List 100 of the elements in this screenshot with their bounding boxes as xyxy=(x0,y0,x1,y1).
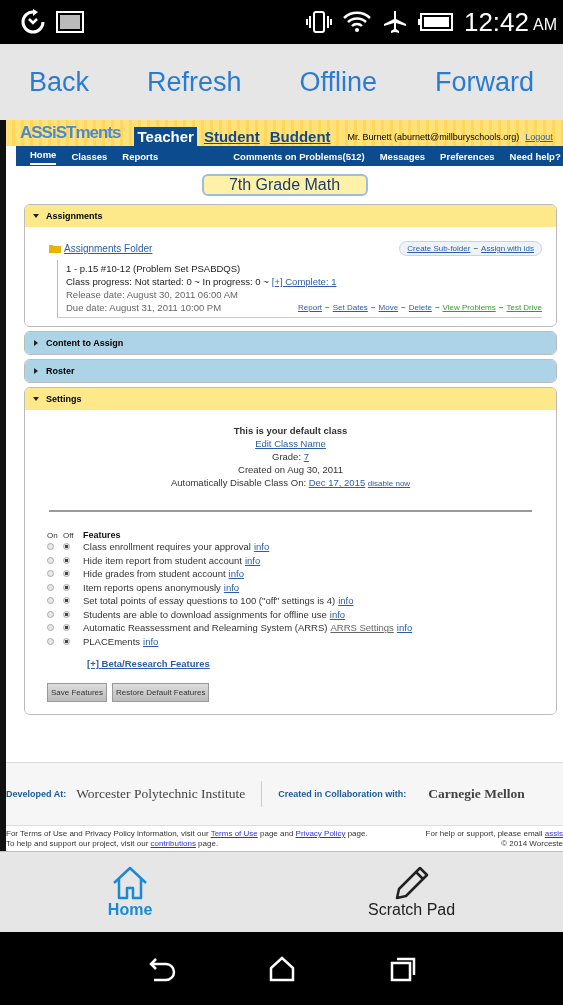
assignment-action-link[interactable]: Delete xyxy=(408,303,432,312)
on-radio[interactable] xyxy=(47,610,54,618)
panel-header[interactable]: Content to Assign xyxy=(25,332,556,354)
assignment-action-link[interactable]: Report xyxy=(298,303,323,312)
arrs-settings-link[interactable]: ARRS Settings xyxy=(330,622,394,634)
off-column-label: Off xyxy=(63,530,75,540)
disable-now-link[interactable]: disable now xyxy=(367,479,411,488)
feature-label: Class enrollment requires your approval xyxy=(83,541,251,553)
assignment-action-link[interactable]: View Problems xyxy=(442,303,496,312)
on-column-label: On xyxy=(47,530,59,540)
recent-apps-icon[interactable] xyxy=(388,955,417,982)
assignment-action-link[interactable]: Test Drive xyxy=(506,303,542,312)
created-date: Created on Aug 30, 2011 xyxy=(238,463,343,476)
off-radio[interactable] xyxy=(63,597,70,605)
home-icon[interactable] xyxy=(268,955,297,982)
beta-features-link[interactable]: [+] Beta/Research Features xyxy=(87,658,210,669)
info-link[interactable]: info xyxy=(253,541,270,553)
vibrate-icon xyxy=(305,10,332,34)
nav-item[interactable]: Home xyxy=(30,149,57,163)
off-radio[interactable] xyxy=(63,624,70,632)
info-link[interactable]: info xyxy=(244,554,261,566)
feature-button[interactable]: Restore Default Features xyxy=(112,683,210,702)
terms-note: For Terms of Use and Privacy Policy information, visit our Terms of Use page and Privacy Policy page. xyxy=(6,829,368,839)
info-link[interactable]: info xyxy=(223,581,240,593)
site-logo: ASSiSTments xyxy=(20,123,121,143)
feature-label: PLACEments xyxy=(83,635,141,647)
panel-header[interactable]: Assignments xyxy=(25,205,556,227)
terms-link[interactable]: Terms of Use xyxy=(210,829,258,838)
caret-icon xyxy=(33,368,39,374)
privacy-link[interactable]: Privacy Policy xyxy=(295,829,346,838)
user-name: Mr. Burnett (aburnett@millburyschools.org) xyxy=(347,132,520,144)
nav-item[interactable]: Messages xyxy=(379,150,426,162)
email-link[interactable]: assis xyxy=(544,829,563,838)
help-note: For help or support, please email assis xyxy=(425,829,563,839)
feature-label: Automatic Reassessment and Relearning System (ARRS) xyxy=(83,622,328,634)
panel-header[interactable]: Settings xyxy=(25,388,556,410)
link-separator: ~ xyxy=(401,303,406,312)
on-radio[interactable] xyxy=(47,556,54,564)
grade-link[interactable]: 7 xyxy=(303,451,309,462)
role-tab[interactable]: Buddent xyxy=(266,127,334,146)
bottom-nav-item[interactable]: Scratch Pad xyxy=(362,852,462,932)
on-radio[interactable] xyxy=(47,583,54,591)
feature-button[interactable]: Save Features xyxy=(47,683,108,702)
support-note: To help and support our project, visit our contributions page. xyxy=(6,839,219,849)
info-link[interactable]: info xyxy=(228,568,244,580)
folder-icon xyxy=(49,244,61,253)
airplane-icon xyxy=(381,9,408,35)
on-radio[interactable] xyxy=(47,597,54,605)
caret-icon xyxy=(33,396,39,402)
nav-item[interactable]: Classes xyxy=(71,150,108,162)
off-radio[interactable] xyxy=(63,583,70,591)
assignment-action-link[interactable]: Set Dates xyxy=(332,303,368,312)
default-class-note: This is your default class xyxy=(233,424,348,437)
info-link[interactable]: info xyxy=(143,635,159,647)
on-radio[interactable] xyxy=(47,543,54,551)
release-date: Release date: August 30, 2011 06:00 AM xyxy=(66,288,239,301)
battery-icon xyxy=(417,12,454,32)
off-radio[interactable] xyxy=(63,543,70,551)
link-separator: ~ xyxy=(370,303,376,312)
disable-date-link[interactable]: Dec 17, 2015 xyxy=(308,477,366,488)
clock-ampm: AM xyxy=(533,16,557,34)
info-link[interactable]: info xyxy=(396,622,413,634)
contributions-link[interactable]: contributions xyxy=(150,839,196,848)
assignment-action-link[interactable]: Move xyxy=(378,303,399,312)
logout-link[interactable]: Logout xyxy=(525,132,553,146)
collaboration-org: Carnegie Mellon xyxy=(428,786,525,802)
panel-header[interactable]: Roster xyxy=(25,360,556,382)
on-radio[interactable] xyxy=(47,570,54,578)
role-tab[interactable]: Teacher xyxy=(134,127,197,146)
image-icon xyxy=(56,11,84,33)
feature-label: Item reports opens anonymously xyxy=(83,581,221,593)
feature-label: Hide grades from student account xyxy=(83,568,226,580)
features-heading: Features xyxy=(83,530,121,540)
info-link[interactable]: info xyxy=(329,608,346,620)
wifi-icon xyxy=(341,9,372,35)
nav-item[interactable]: Preferences xyxy=(440,150,495,162)
folder-action-link[interactable]: Assign with ids xyxy=(481,244,534,253)
on-radio[interactable] xyxy=(47,624,54,632)
disable-label: Automatically Disable Class On: xyxy=(170,477,307,488)
sync-icon xyxy=(20,9,46,35)
on-radio[interactable] xyxy=(47,637,54,645)
link-separator: ~ xyxy=(325,303,330,312)
nav-item[interactable]: Reports xyxy=(122,150,159,162)
info-link[interactable]: info xyxy=(338,595,354,607)
developed-label: Developed At: xyxy=(6,789,67,799)
nav-item[interactable]: Need help? xyxy=(509,150,561,162)
nav-item[interactable]: Comments on Problems(512) xyxy=(233,150,365,162)
off-radio[interactable] xyxy=(63,637,70,645)
edit-class-name-link[interactable]: Edit Class Name xyxy=(255,437,326,450)
assignment-title: 1 - p.15 #10-12 (Problem Set PSABDQS) xyxy=(66,262,242,275)
feature-label: Set total points of essay questions to 100 ("off" settings is 4) xyxy=(83,595,336,607)
off-radio[interactable] xyxy=(63,610,70,618)
folder-link[interactable]: Assignments Folder xyxy=(64,243,153,254)
off-radio[interactable] xyxy=(63,570,70,578)
off-radio[interactable] xyxy=(63,556,70,564)
due-date: Due date: August 31, 2011 10:00 PM xyxy=(66,301,222,314)
caret-icon xyxy=(33,340,39,346)
role-tab[interactable]: Student xyxy=(200,127,263,146)
complete-link[interactable]: [+] Complete: 1 xyxy=(271,275,337,288)
folder-action-link[interactable]: Create Sub-folder xyxy=(407,244,471,253)
